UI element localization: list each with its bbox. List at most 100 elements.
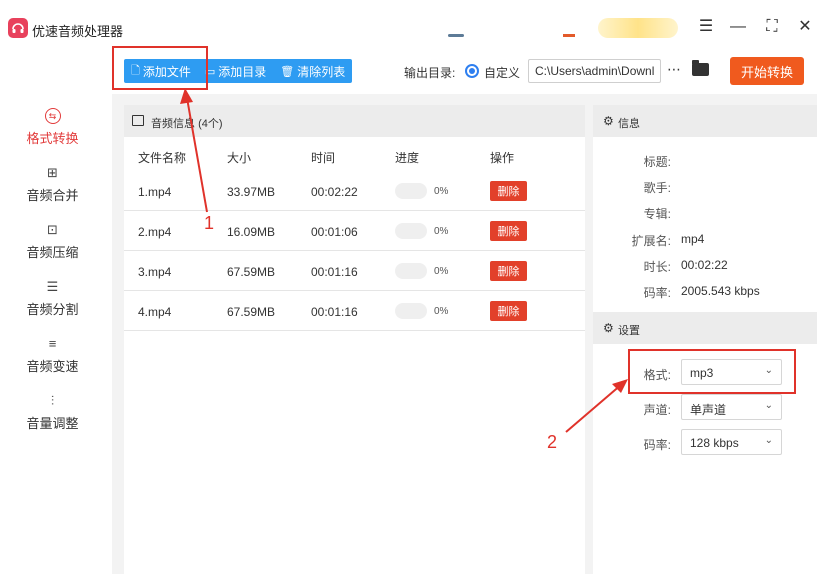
info-panel: ⚙ 信息 标题: 歌手: 专辑: 扩展名: mp4 时长: 00:02:22 码…	[593, 105, 817, 574]
folder-outline-icon: ▭	[204, 65, 216, 78]
delete-button[interactable]: 删除	[490, 261, 527, 281]
info-label-artist: 歌手:	[643, 181, 671, 195]
progress-percent: 0%	[434, 226, 449, 237]
annotation-number-1: 1	[204, 213, 215, 233]
progress-percent: 0%	[434, 266, 449, 277]
settings-section-header: ⚙ 设置	[593, 312, 817, 344]
info-label-duration: 时长:	[643, 260, 671, 274]
volume-icon: ⫶	[50, 393, 55, 408]
annotation-number-2: 2	[547, 432, 558, 452]
app-title: 优速音频处理器	[32, 24, 124, 39]
sidebar-item-volume[interactable]: ⫶ 音量调整	[0, 393, 105, 449]
minimize-icon[interactable]: —	[729, 18, 747, 36]
sidebar-item-speed[interactable]: ≡ 音频变速	[0, 336, 105, 392]
info-value-extension: mp4	[681, 232, 705, 246]
gear-icon: ⚙	[603, 114, 614, 128]
delete-button[interactable]: 删除	[490, 181, 527, 201]
table-row[interactable]: 4.mp4 67.59MB 00:01:16 0% 删除	[124, 291, 585, 331]
gear-icon: ⚙	[603, 321, 614, 335]
file-count: (4个)	[198, 118, 223, 130]
progress-bar	[395, 303, 427, 319]
file-action-group: 🗋 添加文件 ▭ 添加目录 🗑 清除列表	[124, 59, 353, 83]
settings-title: 设置	[618, 325, 640, 337]
add-file-button[interactable]: 🗋 添加文件	[124, 59, 198, 83]
speed-icon: ≡	[48, 336, 57, 351]
column-header-name: 文件名称	[138, 151, 187, 165]
progress-bar	[395, 263, 427, 279]
chevron-down-icon: ⌄	[764, 435, 773, 446]
file-size: 67.59MB	[227, 305, 276, 319]
table-row[interactable]: 3.mp4 67.59MB 00:01:16 0% 删除	[124, 251, 585, 291]
title-bar: 优速音频处理器 ☰ — ⛶ ✕	[0, 0, 817, 48]
close-icon[interactable]: ✕	[796, 18, 814, 36]
file-size: 67.59MB	[227, 265, 276, 279]
channel-label: 声道:	[643, 403, 671, 417]
format-label: 格式:	[643, 368, 671, 382]
progress-percent: 0%	[434, 186, 449, 197]
sidebar-item-compress[interactable]: ⊡ 音频压缩	[0, 222, 105, 278]
file-size: 16.09MB	[227, 225, 276, 239]
sidebar-item-split[interactable]: ☰ 音频分割	[0, 279, 105, 335]
output-dir-label: 输出目录:	[404, 66, 456, 80]
sidebar: ⇆ 格式转换 ⊞ 音频合并 ⊡ 音频压缩 ☰ 音频分割 ≡ 音频变速 ⫶ 音量调…	[0, 94, 105, 574]
format-convert-icon: ⇆	[44, 108, 61, 124]
bitrate-label: 码率:	[643, 438, 671, 452]
chevron-down-icon: ⌄	[764, 400, 773, 411]
output-path-input[interactable]	[528, 59, 661, 83]
more-icon[interactable]: ⋯	[667, 61, 681, 78]
info-label-title: 标题:	[643, 155, 671, 169]
progress-bar	[395, 223, 427, 239]
toolbar: 🗋 添加文件 ▭ 添加目录 🗑 清除列表 输出目录: 自定义 ⋯ 开始转换	[112, 48, 817, 94]
column-header-action: 操作	[490, 151, 515, 165]
merge-icon: ⊞	[47, 165, 58, 180]
chevron-down-icon: ⌄	[764, 365, 773, 376]
column-header-size: 大小	[227, 151, 252, 165]
maximize-icon[interactable]: ⛶	[763, 18, 781, 36]
promo-banner[interactable]	[598, 18, 678, 38]
file-name: 1.mp4	[138, 185, 172, 199]
table-row[interactable]: 2.mp4 16.09MB 00:01:06 0% 删除	[124, 211, 585, 251]
file-duration: 00:01:16	[311, 265, 358, 279]
file-list-panel: 音频信息 (4个) 文件名称 大小 时间 进度 操作 1.mp4 33.97MB…	[124, 105, 585, 574]
menu-icon[interactable]: ☰	[697, 18, 715, 36]
folder-icon[interactable]	[692, 60, 709, 76]
sidebar-item-format-convert[interactable]: ⇆ 格式转换	[0, 108, 105, 164]
file-name: 4.mp4	[138, 305, 172, 319]
info-label-bitrate: 码率:	[643, 286, 671, 300]
delete-button[interactable]: 删除	[490, 221, 527, 241]
info-section-header: ⚙ 信息	[593, 105, 817, 137]
info-label-extension: 扩展名:	[631, 234, 671, 248]
file-duration: 00:01:16	[311, 305, 358, 319]
channel-select[interactable]: 单声道 ⌄	[681, 394, 782, 420]
file-icon: 🗋	[131, 64, 140, 77]
custom-dir-radio[interactable]	[465, 64, 479, 78]
column-header-progress: 进度	[395, 151, 420, 165]
column-header-time: 时间	[311, 151, 336, 165]
bitrate-select[interactable]: 128 kbps ⌄	[681, 429, 782, 455]
app-logo-icon	[8, 18, 28, 38]
progress-percent: 0%	[434, 306, 449, 317]
info-title: 信息	[618, 118, 640, 130]
info-value-duration: 00:02:22	[681, 258, 728, 272]
clear-list-button[interactable]: 🗑 清除列表	[273, 59, 352, 83]
table-row[interactable]: 1.mp4 33.97MB 00:02:22 0% 删除	[124, 171, 585, 211]
custom-dir-label: 自定义	[484, 66, 521, 80]
split-icon: ☰	[46, 279, 59, 294]
info-value-bitrate: 2005.543 kbps	[681, 284, 760, 298]
format-select[interactable]: mp3 ⌄	[681, 359, 782, 385]
file-list-title: 音频信息	[151, 118, 195, 130]
add-directory-button[interactable]: ▭ 添加目录	[198, 59, 273, 83]
sidebar-item-merge[interactable]: ⊞ 音频合并	[0, 165, 105, 221]
compress-icon: ⊡	[47, 222, 58, 237]
file-name: 3.mp4	[138, 265, 172, 279]
delete-button[interactable]: 删除	[490, 301, 527, 321]
toolbar-decoration	[448, 34, 464, 37]
progress-bar	[395, 183, 427, 199]
image-icon	[132, 115, 144, 126]
info-label-album: 专辑:	[643, 207, 671, 221]
trash-icon: 🗑	[280, 65, 295, 78]
file-duration: 00:02:22	[311, 185, 358, 199]
start-convert-button[interactable]: 开始转换	[730, 57, 804, 85]
file-size: 33.97MB	[227, 185, 276, 199]
file-list-header: 音频信息 (4个)	[124, 105, 585, 137]
